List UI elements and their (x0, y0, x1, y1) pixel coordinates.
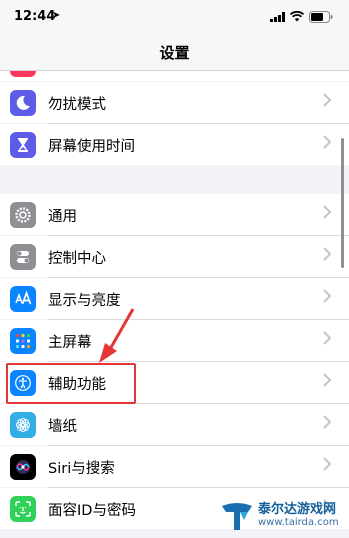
chevron-right-icon (323, 457, 331, 471)
notification-icon (10, 71, 36, 77)
watermark-name: 泰尔达游戏网 (258, 502, 337, 517)
moon-icon (10, 90, 36, 116)
row-label: 墙纸 (48, 419, 77, 435)
row-label: 屏幕使用时间 (48, 139, 135, 155)
battery-icon (309, 11, 333, 23)
chevron-right-icon (323, 205, 331, 219)
chevron-right-icon (323, 247, 331, 261)
cellular-signal-icon (270, 12, 285, 22)
navigation-bar: 设置 (0, 34, 349, 71)
face-id-icon (10, 496, 36, 522)
row-label: 勿扰模式 (48, 97, 106, 113)
settings-row-screen-time[interactable]: 屏幕使用时间 (0, 124, 349, 165)
toggles-icon (10, 244, 36, 270)
siri-icon (10, 454, 36, 480)
row-label: 面容ID与密码 (48, 503, 136, 519)
page-title: 设置 (159, 44, 190, 62)
row-label: 主屏幕 (48, 335, 92, 351)
partial-row (0, 71, 349, 81)
settings-row-general[interactable]: 通用 (0, 194, 349, 235)
flower-icon (10, 412, 36, 438)
settings-row-control-center[interactable]: 控制中心 (0, 236, 349, 277)
row-label: Siri与搜索 (48, 461, 115, 477)
settings-row-do-not-disturb[interactable]: 勿扰模式 (0, 82, 349, 123)
status-bar: 12:44 ➤ (0, 0, 349, 34)
chevron-right-icon (323, 373, 331, 387)
status-time: 12:44 (14, 9, 56, 24)
settings-row-display-brightness[interactable]: 显示与亮度 (0, 278, 349, 319)
wifi-icon (290, 11, 304, 22)
row-label: 通用 (48, 209, 77, 225)
chevron-right-icon (323, 135, 331, 149)
home-grid-icon (10, 328, 36, 354)
chevron-right-icon (323, 93, 331, 107)
chevron-right-icon (323, 331, 331, 345)
watermark-logo-icon (222, 503, 252, 530)
gear-icon (10, 202, 36, 228)
settings-row-siri-search[interactable]: Siri与搜索 (0, 446, 349, 487)
chevron-right-icon (323, 415, 331, 429)
watermark-url: www.tairda.com (258, 517, 339, 528)
settings-row-wallpaper[interactable]: 墙纸 (0, 404, 349, 445)
location-icon: ➤ (52, 10, 61, 21)
text-size-icon (10, 286, 36, 312)
settings-row-home-screen[interactable]: 主屏幕 (0, 320, 349, 361)
scroll-indicator[interactable] (341, 138, 344, 268)
watermark: 泰尔达游戏网 www.tairda.com (218, 492, 349, 538)
pointer-arrow-icon (99, 308, 135, 363)
row-label: 控制中心 (48, 251, 106, 267)
chevron-right-icon (323, 289, 331, 303)
hourglass-icon (10, 132, 36, 158)
